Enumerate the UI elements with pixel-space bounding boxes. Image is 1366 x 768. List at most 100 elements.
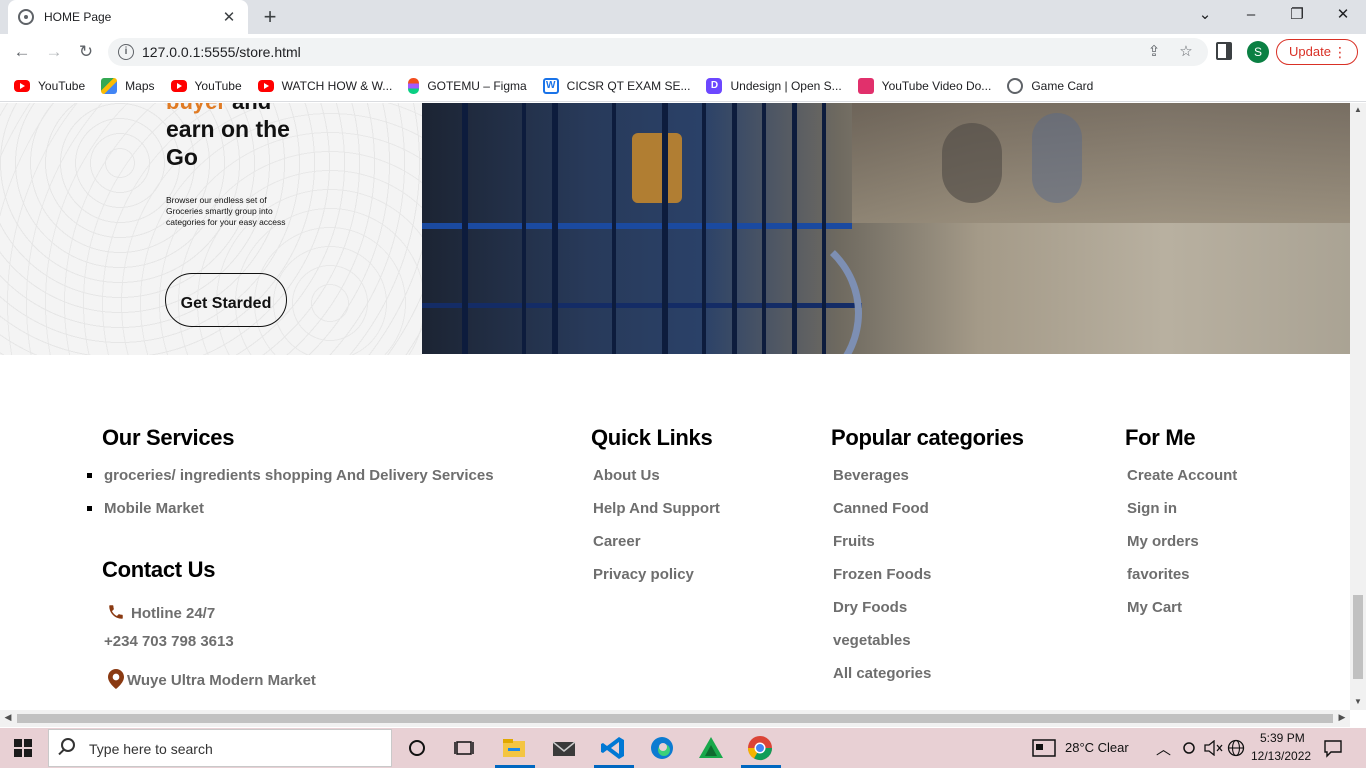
browser-tab[interactable]: HOME Page ✕ — [8, 0, 248, 34]
get-started-button[interactable]: Get Starded — [165, 273, 287, 327]
gamecard-icon — [1007, 77, 1024, 94]
scroll-up-arrow-icon[interactable]: ▲ — [1350, 105, 1366, 114]
category-link[interactable]: vegetables — [833, 632, 911, 649]
scroll-right-arrow-icon[interactable]: ▶ — [1334, 712, 1350, 723]
contact-heading: Contact Us — [102, 557, 216, 582]
back-arrow-icon[interactable]: ← — [10, 40, 34, 64]
category-link[interactable]: All categories — [833, 665, 931, 682]
news-widget-icon[interactable] — [1031, 736, 1057, 760]
side-panel-icon[interactable] — [1216, 42, 1232, 60]
cart-bar — [662, 103, 668, 354]
menu-dots-icon: ⋮ — [1333, 44, 1347, 60]
location-pin-icon — [108, 669, 124, 689]
bookmark-item[interactable]: Game Card — [1007, 77, 1093, 94]
bookmark-item[interactable]: D Undesign | Open S... — [706, 77, 842, 94]
bookmark-label: Maps — [125, 78, 155, 93]
vscode-icon[interactable] — [599, 734, 627, 762]
bookmark-item[interactable]: WATCH HOW & W... — [257, 78, 393, 93]
bookmark-label: YouTube — [194, 78, 242, 93]
address-bar[interactable]: i 127.0.0.1:5555/store.html ⇪ ☆ — [108, 38, 1208, 66]
service-item[interactable]: Mobile Market — [104, 500, 204, 517]
bookmark-item[interactable]: GOTEMU – Figma — [408, 77, 527, 94]
service-item[interactable]: groceries/ ingredients shopping And Deli… — [104, 467, 494, 484]
download-icon — [857, 77, 874, 94]
bookmark-item[interactable]: W CICSR QT EXAM SE... — [542, 77, 690, 94]
quick-link-help[interactable]: Help And Support — [593, 500, 720, 517]
close-tab-icon[interactable]: ✕ — [220, 8, 238, 26]
services-heading: Our Services — [102, 425, 235, 450]
bookmark-item[interactable]: YouTube — [14, 79, 85, 93]
bookmark-label: WATCH HOW & W... — [281, 78, 393, 93]
hero-accent-rest: and — [226, 103, 271, 114]
quick-link-career[interactable]: Career — [593, 533, 641, 550]
cart-bar — [462, 103, 468, 354]
clock-date[interactable]: 12/13/2022 — [1251, 749, 1311, 763]
for-me-link[interactable]: My orders — [1127, 533, 1199, 550]
bookmark-item[interactable]: Maps — [101, 77, 155, 94]
for-me-link[interactable]: Sign in — [1127, 500, 1177, 517]
site-info-icon[interactable]: i — [118, 44, 134, 60]
category-link[interactable]: Fruits — [833, 533, 875, 550]
app-triangle-icon[interactable] — [697, 734, 725, 762]
vertical-scrollbar[interactable]: ▲ ▼ — [1350, 103, 1366, 710]
for-me-link[interactable]: Create Account — [1127, 467, 1237, 484]
scroll-down-arrow-icon[interactable]: ▼ — [1350, 697, 1366, 706]
clock-time[interactable]: 5:39 PM — [1260, 731, 1305, 745]
restore-button[interactable]: ❐ — [1285, 4, 1309, 26]
youtube-icon — [14, 79, 30, 92]
bookmark-star-icon[interactable]: ☆ — [1176, 42, 1196, 60]
reload-icon[interactable]: ↻ — [74, 40, 98, 64]
quick-link-about[interactable]: About Us — [593, 467, 660, 484]
youtube-icon — [170, 79, 187, 92]
bookmark-item[interactable]: YouTube Video Do... — [857, 77, 992, 94]
battery-icon[interactable] — [1180, 740, 1198, 756]
close-window-button[interactable]: ✕ — [1331, 4, 1355, 26]
cortana-icon[interactable] — [403, 734, 431, 762]
maps-icon — [101, 77, 118, 94]
for-me-link[interactable]: favorites — [1127, 566, 1190, 583]
chrome-icon[interactable] — [746, 734, 774, 762]
weather-text[interactable]: 28°C Clear — [1065, 740, 1129, 755]
quick-link-privacy[interactable]: Privacy policy — [593, 566, 694, 583]
list-bullet — [87, 473, 92, 478]
notifications-icon[interactable] — [1323, 738, 1343, 758]
horizontal-scroll-thumb[interactable] — [17, 714, 1333, 723]
youtube-icon — [257, 79, 274, 92]
taskbar-search-placeholder: Type here to search — [89, 741, 213, 757]
mail-icon[interactable] — [550, 734, 578, 762]
edge-icon[interactable] — [648, 734, 676, 762]
taskbar-search-box[interactable]: Type here to search — [48, 729, 392, 767]
tab-title: HOME Page — [44, 10, 112, 24]
task-view-icon[interactable] — [450, 734, 478, 762]
bookmark-item[interactable]: YouTube — [170, 78, 242, 93]
file-explorer-icon[interactable] — [500, 734, 528, 762]
phone-icon — [109, 605, 123, 619]
category-link[interactable]: Frozen Foods — [833, 566, 931, 583]
vertical-scroll-thumb[interactable] — [1353, 595, 1363, 679]
category-link[interactable]: Dry Foods — [833, 599, 907, 616]
hero-title: earn on the Go — [166, 116, 290, 170]
category-link[interactable]: Canned Food — [833, 500, 929, 517]
minimize-button[interactable]: – — [1239, 4, 1263, 26]
network-globe-icon[interactable] — [1227, 739, 1245, 757]
categories-heading: Popular categories — [831, 425, 1024, 450]
windows-start-icon[interactable] — [14, 739, 32, 757]
scroll-left-arrow-icon[interactable]: ◀ — [0, 712, 16, 723]
profile-avatar[interactable]: S — [1247, 41, 1269, 63]
forward-arrow-icon[interactable]: → — [42, 40, 66, 64]
for-me-link[interactable]: My Cart — [1127, 599, 1182, 616]
share-icon[interactable]: ⇪ — [1144, 42, 1164, 60]
speaker-muted-icon[interactable] — [1203, 740, 1223, 756]
category-link[interactable]: Beverages — [833, 467, 909, 484]
horizontal-scrollbar[interactable]: ◀ ▶ — [0, 710, 1350, 727]
bookmark-label: YouTube Video Do... — [881, 78, 992, 93]
url-text[interactable]: 127.0.0.1:5555/store.html — [142, 44, 301, 60]
hero-image — [422, 103, 1350, 354]
browser-tab-strip: HOME Page ✕ + ⌄ – ❐ ✕ — [0, 0, 1366, 34]
tab-search-chevron-icon[interactable]: ⌄ — [1193, 4, 1217, 26]
update-button[interactable]: Update ⋮ — [1276, 39, 1358, 65]
show-hidden-icons-chevron-icon[interactable]: ︿ — [1156, 738, 1171, 759]
new-tab-button[interactable]: + — [258, 4, 282, 30]
phone-number[interactable]: +234 703 798 3613 — [104, 633, 234, 650]
bookmark-label: Undesign | Open S... — [730, 78, 842, 93]
